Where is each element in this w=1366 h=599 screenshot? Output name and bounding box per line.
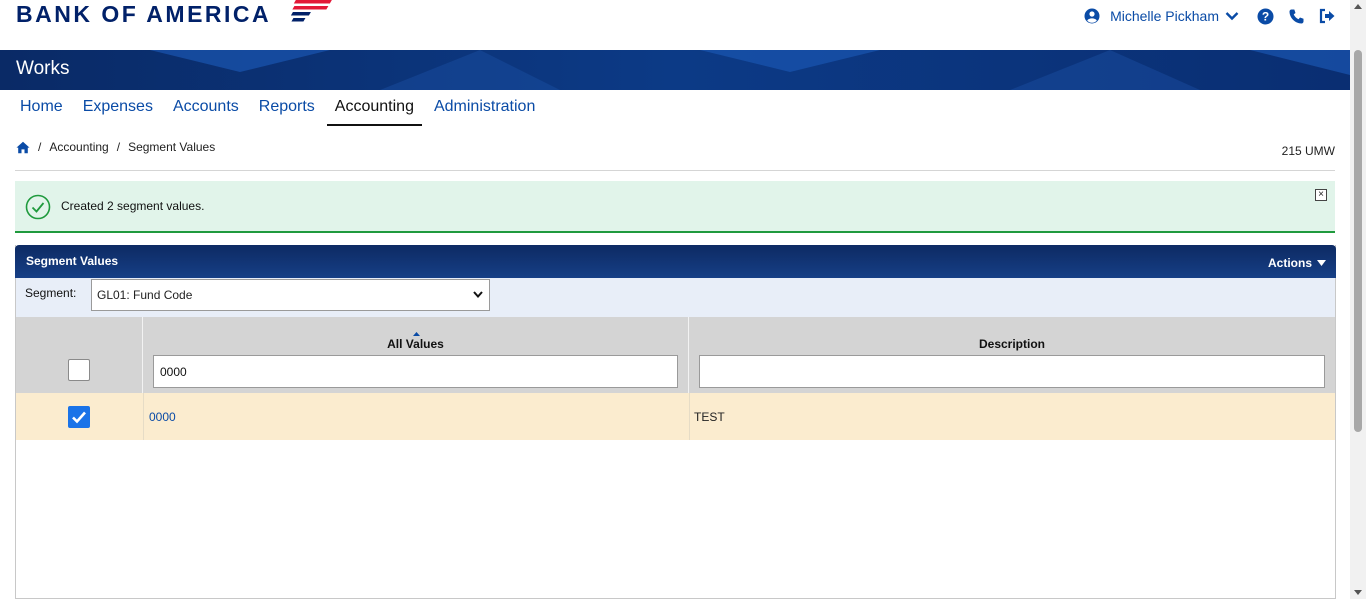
nav-accounting[interactable]: Accounting (326, 90, 422, 126)
all-values-header[interactable]: All Values (143, 337, 688, 351)
banner-pattern (0, 50, 1350, 90)
segment-label: Segment: (25, 286, 77, 300)
check-circle-icon (25, 194, 51, 225)
sign-out-icon[interactable] (1319, 8, 1336, 24)
segment-filter-row: Segment: GL01: Fund Code (16, 278, 1335, 317)
column-separator (143, 393, 144, 440)
checkmark-icon (72, 411, 86, 423)
segment-select-value: GL01: Fund Code (97, 288, 193, 302)
alert-message: Created 2 segment values. (61, 199, 205, 213)
page: BANK OF AMERICA Michelle Pickham ? Works… (0, 0, 1366, 599)
success-alert: Created 2 segment values. × (15, 181, 1335, 233)
row-checkbox-cell (68, 393, 90, 440)
breadcrumb-segment-values: Segment Values (128, 140, 216, 154)
all-values-filter-input[interactable]: 0000 (153, 355, 678, 388)
nav-expenses[interactable]: Expenses (75, 90, 161, 126)
svg-text:?: ? (1262, 9, 1269, 23)
description-filter-input[interactable] (699, 355, 1325, 388)
divider (15, 170, 1335, 171)
row-description: TEST (694, 409, 725, 424)
chevron-down-icon[interactable] (1225, 11, 1239, 21)
column-separator (689, 393, 690, 440)
nav-home[interactable]: Home (12, 90, 71, 126)
actions-label: Actions (1267, 256, 1312, 270)
scrollbar-thumb[interactable] (1354, 50, 1362, 432)
select-all-checkbox[interactable] (68, 359, 90, 381)
user-menu: Michelle Pickham ? (1084, 4, 1336, 28)
sort-asc-icon[interactable] (412, 332, 420, 336)
description-header[interactable]: Description (689, 337, 1335, 351)
scroll-up-icon[interactable] (1354, 4, 1362, 9)
all-values-column: All Values 0000 (143, 317, 689, 393)
close-icon[interactable]: × (1315, 189, 1327, 201)
user-name[interactable]: Michelle Pickham (1110, 8, 1219, 24)
flag-logo-icon (291, 0, 332, 22)
bank-logo[interactable]: BANK OF AMERICA (16, 0, 335, 28)
breadcrumb-separator: / (38, 140, 42, 154)
segment-values-panel: Segment Values Actions Segment: GL01: Fu… (15, 245, 1336, 599)
site-code: 215 UMW (1281, 144, 1335, 158)
logo-text: BANK OF AMERICA (16, 0, 272, 27)
table-header: All Values 0000 Description (16, 317, 1335, 393)
app-banner: Works (0, 50, 1350, 90)
vertical-scrollbar[interactable] (1350, 0, 1366, 599)
breadcrumb-separator: / (116, 140, 121, 154)
breadcrumb: / Accounting / Segment Values (16, 140, 215, 154)
home-icon[interactable] (16, 141, 30, 154)
caret-down-icon (1317, 260, 1326, 266)
app-title: Works (16, 58, 70, 79)
scroll-down-icon[interactable] (1354, 590, 1362, 595)
chevron-down-icon (473, 291, 483, 298)
description-column: Description (689, 317, 1335, 393)
segment-select[interactable]: GL01: Fund Code (91, 279, 490, 311)
actions-menu[interactable]: Actions (1268, 256, 1326, 270)
row-checkbox[interactable] (68, 405, 90, 428)
top-header: BANK OF AMERICA Michelle Pickham ? (0, 0, 1350, 50)
phone-icon[interactable] (1288, 8, 1305, 25)
main-nav: Home Expenses Accounts Reports Accountin… (12, 90, 547, 126)
select-all-column (16, 317, 143, 393)
breadcrumb-accounting[interactable]: Accounting (49, 140, 108, 154)
table-row[interactable]: 0000 TEST (16, 393, 1335, 440)
panel-header: Segment Values Actions (15, 245, 1336, 278)
nav-reports[interactable]: Reports (251, 90, 323, 126)
nav-administration[interactable]: Administration (426, 90, 543, 126)
nav-accounts[interactable]: Accounts (165, 90, 247, 126)
help-icon[interactable]: ? (1257, 8, 1274, 25)
panel-title: Segment Values (26, 254, 119, 268)
user-circle-icon[interactable] (1084, 8, 1100, 24)
row-value-link[interactable]: 0000 (149, 393, 176, 440)
